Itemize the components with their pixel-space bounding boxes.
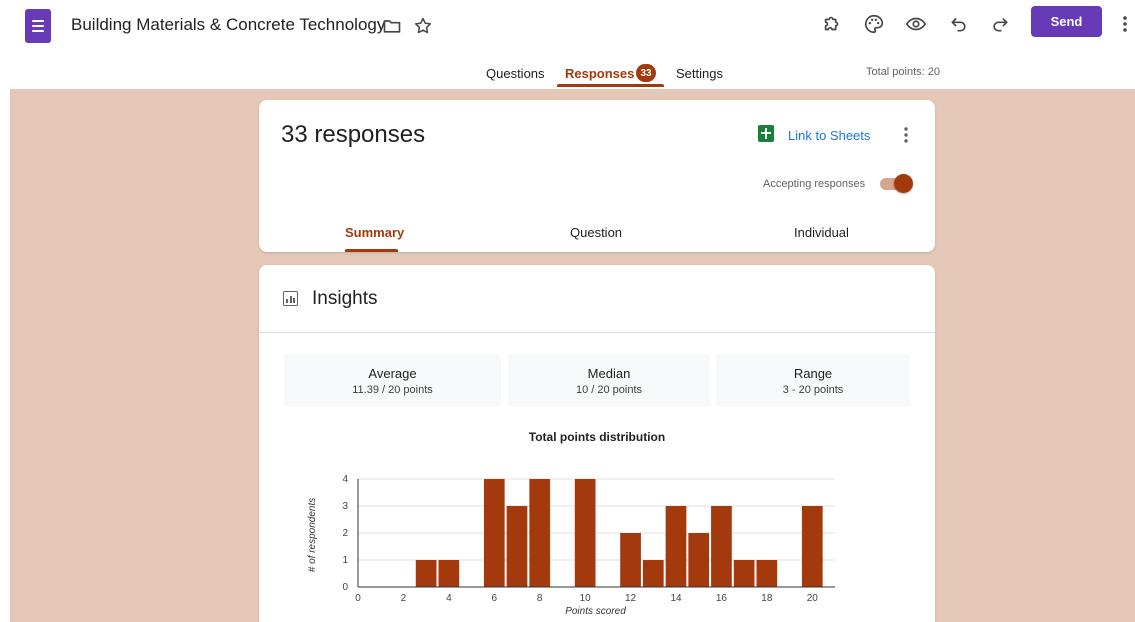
y-axis-label: # of respondents [307,498,318,573]
x-tick-label: 16 [716,593,728,604]
bar-x-12 [620,533,641,587]
accepting-responses-label: Accepting responses [763,178,866,190]
app-header: Building Materials & Concrete Technology… [0,0,1135,89]
bar-x-10 [574,479,596,587]
responses-count-badge: 33 [636,64,656,82]
tab-responses[interactable]: Responses [565,66,634,81]
tab-questions[interactable]: Questions [486,66,545,81]
tab-settings[interactable]: Settings [676,66,723,81]
toggle-knob[interactable] [894,174,913,193]
insights-card: Insights Average 11.39 / 20 points Media… [259,265,935,622]
bar-x-8 [529,479,551,587]
bar-x-17 [733,560,755,587]
x-tick-label: 12 [625,593,637,604]
x-axis-label: Points scored [565,606,626,617]
send-button[interactable]: Send [1031,6,1102,37]
bar-x-15 [688,533,710,587]
subtab-question[interactable]: Question [570,225,622,240]
x-tick-label: 8 [537,593,543,604]
sheets-icon[interactable] [758,125,774,142]
document-title[interactable]: Building Materials & Concrete Technology [71,15,385,35]
redo-icon[interactable] [988,12,1012,36]
active-tab-indicator [557,84,664,87]
x-tick-label: 4 [446,593,452,604]
x-tick-label: 6 [492,593,498,604]
bar-x-3 [415,560,437,587]
preview-icon[interactable] [904,12,928,36]
subtab-individual[interactable]: Individual [794,225,849,240]
more-vert-icon[interactable] [1120,12,1130,36]
palette-icon[interactable] [862,12,886,36]
x-tick-label: 14 [670,593,682,604]
responses-count-heading: 33 responses [281,121,426,148]
active-subtab-indicator [345,249,398,252]
bar-x-16 [711,506,732,587]
x-tick-label: 10 [580,593,592,604]
bar-x-13 [642,560,664,587]
undo-icon[interactable] [947,12,971,36]
x-tick-label: 18 [761,593,773,604]
folder-icon[interactable] [380,14,404,38]
addons-icon[interactable] [820,12,844,36]
more-options-icon[interactable] [903,126,909,144]
y-tick-label: 4 [342,474,348,485]
x-tick-label: 2 [401,593,407,604]
star-icon[interactable] [411,14,435,38]
link-to-sheets-button[interactable]: Link to Sheets [788,128,870,143]
x-tick-label: 0 [355,593,361,604]
x-tick-label: 20 [807,593,819,604]
subtab-summary[interactable]: Summary [345,225,404,240]
y-tick-label: 1 [342,555,348,566]
total-points-label: Total points: 20 [866,66,940,78]
bar-x-4 [438,560,460,587]
y-tick-label: 3 [342,501,348,512]
bar-x-7 [506,506,528,587]
points-distribution-chart: 012340 2 4 6 8 10 12 14 16 18 20Points scored# of … [307,474,835,617]
forms-icon[interactable] [25,9,51,43]
y-tick-label: 0 [342,582,348,593]
bar-x-20 [801,506,823,587]
bar-x-18 [756,560,778,587]
bar-x-6 [483,479,505,587]
y-tick-label: 2 [342,528,348,539]
form-tabs: Questions Responses 33 Settings Total po… [0,62,1135,89]
responses-summary-card: 33 responses Link to Sheets Accepting re… [259,100,935,252]
bar-x-14 [665,506,687,587]
